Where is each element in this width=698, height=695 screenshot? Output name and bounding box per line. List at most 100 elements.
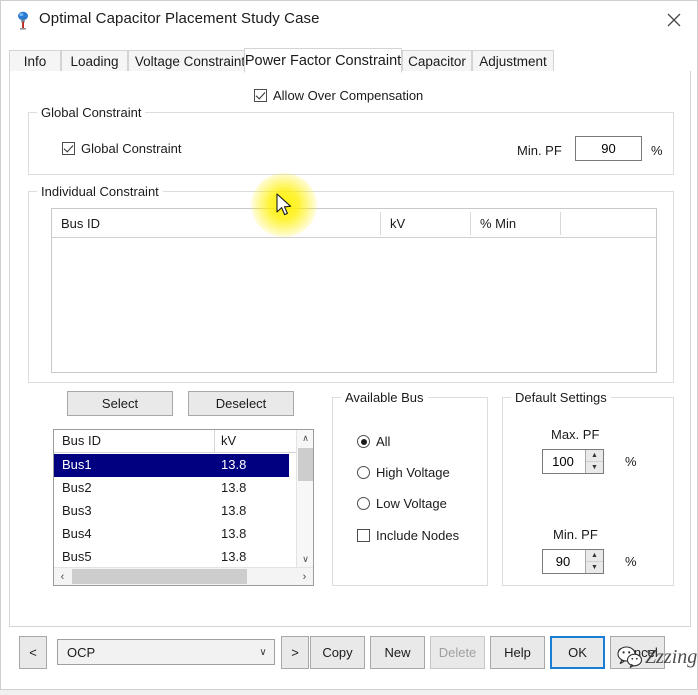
dialog-window: Optimal Capacitor Placement Study Case I… <box>0 0 698 690</box>
delete-button: Delete <box>430 636 485 669</box>
individual-constraint-grid[interactable]: Bus ID kV % Min <box>51 208 657 373</box>
radio-available-bus-all[interactable]: All <box>357 434 390 449</box>
radio-available-bus-low-voltage[interactable]: Low Voltage <box>357 496 447 511</box>
checkbox-checked-icon <box>254 89 267 102</box>
max-pf-percent: % <box>625 454 637 469</box>
cancel-button[interactable]: Cancel <box>610 636 665 669</box>
tab-voltage-constraint[interactable]: Voltage Constraint <box>128 50 252 72</box>
available-bus-group: Available Bus All High Voltage Low Volta… <box>332 397 488 586</box>
bus-list[interactable]: Bus ID kV Bus1 13.8 Bus2 13.8 Bus3 13.8 <box>53 429 314 586</box>
bus-id-cell: Bus1 <box>62 457 92 472</box>
spin-down-icon[interactable]: ▼ <box>586 562 603 573</box>
spin-down-icon[interactable]: ▼ <box>586 462 603 473</box>
global-constraint-group: Global Constraint Global Constraint Min.… <box>28 112 674 175</box>
tab-strip: Info Loading Voltage Constraint Power Fa… <box>9 48 691 72</box>
radio-selected-icon <box>357 435 370 448</box>
study-case-value: OCP <box>58 645 252 660</box>
individual-constraint-group-title: Individual Constraint <box>37 184 163 199</box>
tab-adjustment[interactable]: Adjustment <box>472 50 554 72</box>
default-settings-group-title: Default Settings <box>511 390 611 405</box>
title-bar: Optimal Capacitor Placement Study Case <box>1 1 697 39</box>
close-icon <box>667 13 681 27</box>
bus-kv-cell: 13.8 <box>221 549 246 564</box>
new-button[interactable]: New <box>370 636 425 669</box>
tab-page-power-factor-constraint: Allow Over Compensation Global Constrain… <box>9 71 691 627</box>
global-min-pf-input[interactable]: 90 <box>575 136 642 161</box>
min-pf-spin-buttons[interactable]: ▲ ▼ <box>585 550 603 573</box>
checkbox-checked-icon <box>62 142 75 155</box>
min-pf-spinner[interactable]: 90 ▲ ▼ <box>542 549 604 574</box>
bus-id-cell: Bus3 <box>62 503 92 518</box>
scroll-left-icon[interactable]: ‹ <box>54 568 71 585</box>
capacitor-icon <box>14 11 32 31</box>
study-case-select[interactable]: OCP ∨ <box>57 639 275 665</box>
bus-list-col-bus-id[interactable]: Bus ID <box>62 433 101 448</box>
global-min-pf-label: Min. PF <box>517 143 562 158</box>
default-settings-group: Default Settings Max. PF 100 ▲ ▼ % Min. … <box>502 397 674 586</box>
bus-list-row-bus2[interactable]: Bus2 13.8 <box>54 477 289 500</box>
screenshot-root: Optimal Capacitor Placement Study Case I… <box>0 0 698 695</box>
tab-power-factor-constraint[interactable]: Power Factor Constraint <box>244 48 402 73</box>
bus-kv-cell: 13.8 <box>221 526 246 541</box>
bus-id-cell: Bus4 <box>62 526 92 541</box>
allow-over-compensation-label: Allow Over Compensation <box>273 88 423 103</box>
grid-col-blank[interactable] <box>561 209 657 237</box>
vertical-scroll-thumb[interactable] <box>298 448 313 481</box>
bus-kv-cell: 13.8 <box>221 480 246 495</box>
radio-label-low-voltage: Low Voltage <box>376 496 447 511</box>
tab-capacitor[interactable]: Capacitor <box>402 50 472 72</box>
bus-list-horizontal-scrollbar[interactable]: ‹ › <box>54 567 313 585</box>
include-nodes-checkbox[interactable]: Include Nodes <box>357 528 459 543</box>
grid-col-pct-min[interactable]: % Min <box>471 209 561 237</box>
radio-available-bus-high-voltage[interactable]: High Voltage <box>357 465 450 480</box>
radio-label-all: All <box>376 434 390 449</box>
radio-unselected-icon <box>357 497 370 510</box>
chevron-down-icon[interactable]: ∨ <box>252 647 274 658</box>
bus-kv-cell: 13.8 <box>221 503 246 518</box>
bus-kv-cell: 13.8 <box>221 457 246 472</box>
bus-id-cell: Bus2 <box>62 480 92 495</box>
next-study-case-button[interactable]: > <box>281 636 309 669</box>
scroll-down-icon[interactable]: ∨ <box>297 551 314 568</box>
help-button[interactable]: Help <box>490 636 545 669</box>
grid-header-row: Bus ID kV % Min <box>52 209 656 238</box>
select-button[interactable]: Select <box>67 391 173 416</box>
global-constraint-checkbox-label: Global Constraint <box>81 141 181 156</box>
spin-up-icon[interactable]: ▲ <box>586 450 603 462</box>
bus-list-col-divider <box>214 430 215 453</box>
window-title: Optimal Capacitor Placement Study Case <box>39 10 320 27</box>
tab-info[interactable]: Info <box>9 50 61 72</box>
scroll-right-icon[interactable]: › <box>296 568 313 585</box>
bus-id-cell: Bus5 <box>62 549 92 564</box>
tab-loading[interactable]: Loading <box>61 50 128 72</box>
bus-list-row-bus3[interactable]: Bus3 13.8 <box>54 500 289 523</box>
bottom-toolbar: < OCP ∨ > Copy New Delete Help OK Cancel <box>9 631 691 679</box>
max-pf-value[interactable]: 100 <box>543 454 585 469</box>
previous-study-case-button[interactable]: < <box>19 636 47 669</box>
bus-list-vertical-scrollbar[interactable]: ∧ ∨ <box>296 430 313 568</box>
max-pf-spin-buttons[interactable]: ▲ ▼ <box>585 450 603 473</box>
bus-list-col-kv[interactable]: kV <box>221 433 236 448</box>
radio-label-high-voltage: High Voltage <box>376 465 450 480</box>
bus-list-row-bus1[interactable]: Bus1 13.8 <box>54 454 289 477</box>
spin-up-icon[interactable]: ▲ <box>586 550 603 562</box>
ok-button[interactable]: OK <box>550 636 605 669</box>
min-pf-percent: % <box>625 554 637 569</box>
include-nodes-label: Include Nodes <box>376 528 459 543</box>
max-pf-label: Max. PF <box>551 427 599 442</box>
available-bus-group-title: Available Bus <box>341 390 428 405</box>
bus-list-row-bus5[interactable]: Bus5 13.8 <box>54 546 289 569</box>
global-constraint-checkbox[interactable]: Global Constraint <box>62 141 181 156</box>
horizontal-scroll-thumb[interactable] <box>72 569 247 584</box>
close-window-button[interactable] <box>651 1 697 38</box>
scroll-up-icon[interactable]: ∧ <box>297 430 314 447</box>
deselect-button[interactable]: Deselect <box>188 391 294 416</box>
global-min-pf-percent: % <box>651 143 663 158</box>
grid-col-kv[interactable]: kV <box>381 209 471 237</box>
copy-button[interactable]: Copy <box>310 636 365 669</box>
min-pf-value[interactable]: 90 <box>543 554 585 569</box>
grid-col-bus-id[interactable]: Bus ID <box>52 209 380 237</box>
bus-list-row-bus4[interactable]: Bus4 13.8 <box>54 523 289 546</box>
max-pf-spinner[interactable]: 100 ▲ ▼ <box>542 449 604 474</box>
allow-over-compensation-checkbox[interactable]: Allow Over Compensation <box>254 88 423 103</box>
